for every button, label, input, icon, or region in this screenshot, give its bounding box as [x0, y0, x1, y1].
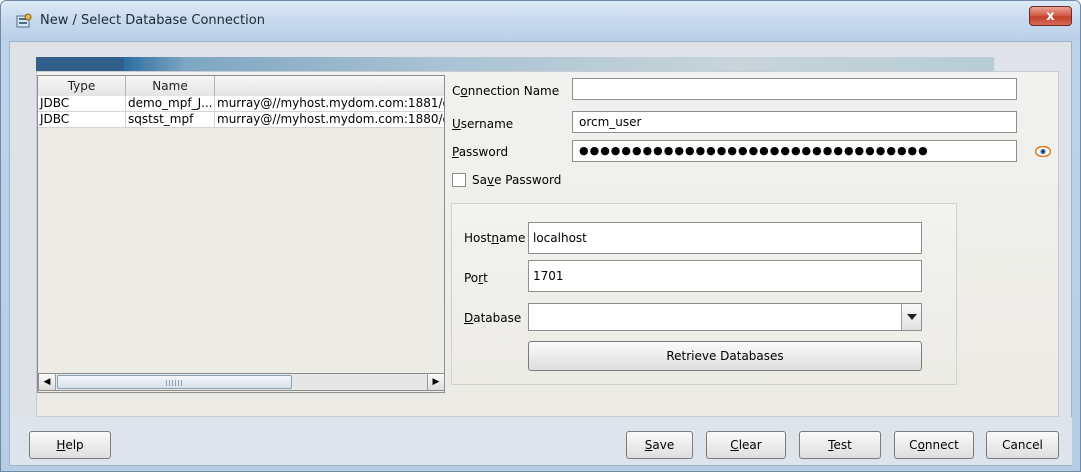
title-bar[interactable]: New / Select Database Connection x: [1, 1, 1080, 41]
eye-icon[interactable]: [1035, 146, 1051, 157]
connection-name-field[interactable]: [572, 78, 1017, 100]
scroll-left-button[interactable]: ◀: [39, 374, 56, 390]
database-dropdown-button[interactable]: [901, 304, 921, 330]
hostname-label: Hostname: [464, 231, 526, 245]
table-header: Type Name: [38, 76, 444, 97]
database-select[interactable]: [528, 303, 922, 331]
connections-table[interactable]: Type Name JDBC demo_mpf_J... murray@//my…: [37, 75, 445, 393]
scrollbar-thumb[interactable]: [57, 375, 292, 389]
arrow-left-icon: ◀: [43, 377, 51, 387]
connect-button[interactable]: Connect: [894, 431, 974, 459]
cell-name: demo_mpf_J...: [126, 96, 215, 112]
help-button[interactable]: Help: [29, 431, 111, 459]
grip-icon: [166, 380, 184, 386]
username-label: Username: [452, 117, 514, 131]
arrow-right-icon: ▶: [432, 377, 440, 387]
table-row[interactable]: JDBC sqstst_mpf murray@//myhost.mydom.co…: [38, 112, 444, 128]
database-icon: [16, 13, 32, 28]
close-button[interactable]: x: [1029, 6, 1072, 26]
column-header-type[interactable]: Type: [38, 76, 126, 96]
header-banner-accent: [36, 57, 124, 71]
save-password-label[interactable]: Save Password: [472, 173, 561, 187]
cell-url: murray@//myhost.mydom.com:1880/dis: [217, 112, 445, 126]
header-banner: [36, 57, 994, 71]
scroll-right-button[interactable]: ▶: [427, 374, 444, 390]
save-password-checkbox[interactable]: [452, 173, 466, 187]
password-field[interactable]: ●●●●●●●●●●●●●●●●●●●●●●●●●●●●●●●●●: [572, 140, 1017, 162]
close-icon: x: [1046, 9, 1055, 24]
cancel-button[interactable]: Cancel: [986, 431, 1059, 459]
table-row[interactable]: JDBC demo_mpf_J... murray@//myhost.mydom…: [38, 96, 444, 112]
dialog-window: New / Select Database Connection x Type …: [0, 0, 1081, 472]
password-label: Password: [452, 145, 509, 159]
database-label: Database: [464, 311, 522, 325]
test-button[interactable]: Test: [799, 431, 881, 459]
port-field[interactable]: 1701: [528, 260, 922, 292]
column-header-name[interactable]: Name: [126, 76, 215, 96]
cell-name: sqstst_mpf: [126, 112, 215, 128]
cell-type: JDBC: [38, 112, 126, 128]
cell-type: JDBC: [38, 96, 126, 112]
port-label: Port: [464, 271, 488, 285]
clear-button[interactable]: Clear: [706, 431, 786, 459]
window-title: New / Select Database Connection: [40, 13, 265, 28]
username-field[interactable]: orcm_user: [572, 111, 1017, 133]
cell-url: murray@//myhost.mydom.com:1881/dis: [217, 96, 445, 110]
retrieve-databases-button[interactable]: Retrieve Databases: [528, 341, 922, 371]
hostname-field[interactable]: localhost: [528, 222, 922, 254]
connection-name-label: Connection Name: [452, 84, 560, 98]
save-button[interactable]: Save: [626, 431, 693, 459]
column-header-url[interactable]: [215, 76, 444, 96]
table-horizontal-scrollbar[interactable]: ◀ ▶: [38, 373, 444, 391]
chevron-down-icon: [907, 314, 917, 320]
